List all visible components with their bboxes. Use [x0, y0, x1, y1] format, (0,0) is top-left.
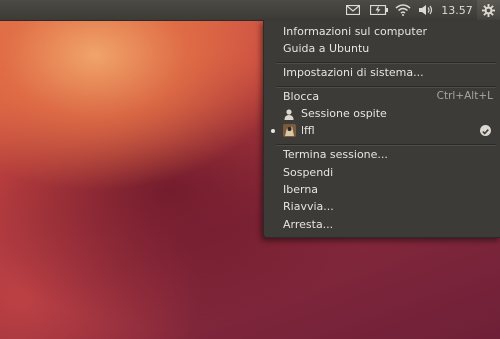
menu-item-restart[interactable]: Riavvia...	[264, 198, 500, 215]
menu-item-settings[interactable]: Impostazioni di sistema...	[264, 64, 500, 81]
menu-item-user-label: lffl	[301, 124, 315, 137]
menu-item-guest-session[interactable]: Sessione ospite	[264, 105, 500, 122]
battery-icon[interactable]	[368, 0, 390, 20]
menu-item-suspend[interactable]: Sospendi	[264, 164, 500, 181]
avatar	[283, 124, 296, 142]
top-panel: 13.57	[0, 0, 500, 21]
active-user-dot	[271, 129, 275, 133]
menu-item-shutdown[interactable]: Arresta...	[264, 216, 500, 233]
menu-item-guest-label: Sessione ospite	[301, 107, 387, 120]
menu-item-logout-label: Termina sessione...	[283, 148, 388, 161]
clock-indicator[interactable]: 13.57	[439, 0, 475, 20]
menu-item-shutdown-label: Arresta...	[283, 218, 334, 231]
menu-item-hibernate[interactable]: Iberna	[264, 181, 500, 198]
menu-item-about[interactable]: Informazioni sul computer	[264, 23, 500, 40]
mail-icon[interactable]	[344, 0, 362, 20]
menu-item-help-label: Guida a Ubuntu	[283, 42, 370, 55]
menu-item-logout[interactable]: Termina sessione...	[264, 146, 500, 163]
menu-item-settings-label: Impostazioni di sistema...	[283, 66, 424, 79]
menu-item-suspend-label: Sospendi	[283, 166, 334, 179]
lock-shortcut: Ctrl+Alt+L	[436, 90, 493, 102]
wifi-icon[interactable]	[393, 0, 413, 20]
menu-item-help[interactable]: Guida a Ubuntu	[264, 40, 500, 57]
checkmark-icon	[480, 125, 491, 136]
volume-icon[interactable]	[417, 0, 435, 20]
menu-item-user[interactable]: lffl	[264, 122, 500, 139]
clock-label: 13.57	[441, 3, 473, 17]
menu-item-lock-label: Blocca	[283, 90, 320, 103]
gear-icon[interactable]	[477, 0, 500, 20]
menu-item-lock[interactable]: Blocca Ctrl+Alt+L	[264, 88, 500, 105]
menu-item-hibernate-label: Iberna	[283, 183, 319, 196]
menu-item-restart-label: Riavvia...	[283, 200, 334, 213]
session-menu: Informazioni sul computer Guida a Ubuntu…	[263, 20, 500, 238]
menu-item-about-label: Informazioni sul computer	[283, 25, 427, 38]
